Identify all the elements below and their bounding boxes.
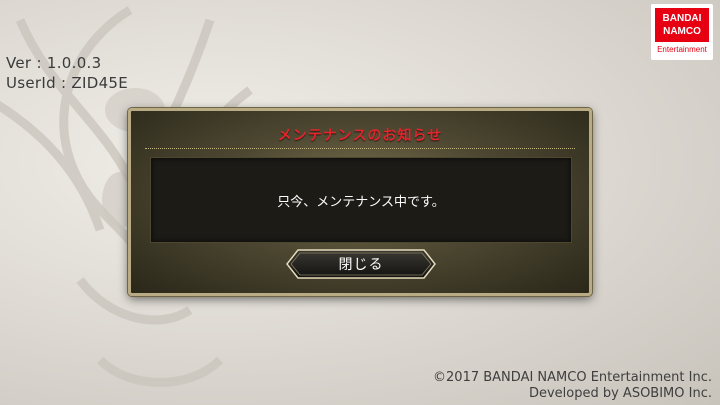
maintenance-dialog: メンテナンスのお知らせ 只今、メンテナンス中です。 閉じる	[128, 108, 592, 296]
message-box: 只今、メンテナンス中です。	[150, 157, 572, 243]
title-divider	[145, 148, 575, 149]
dialog-title: メンテナンスのお知らせ	[277, 128, 443, 144]
maintenance-message: 只今、メンテナンス中です。	[277, 194, 445, 210]
logo-subtext: Entertainment	[657, 45, 707, 54]
logo-plate: BANDAI NAMCO	[655, 8, 709, 42]
close-button-label: 閉じる	[338, 257, 384, 273]
logo-line2: NAMCO	[663, 26, 701, 37]
bandai-namco-logo: BANDAI NAMCO Entertainment	[651, 4, 713, 60]
copyright-line1: ©2017 BANDAI NAMCO Entertainment Inc.	[433, 370, 712, 385]
version-info: Ver : 1.0.0.3 UserId : ZID45E	[6, 53, 128, 93]
logo-line1: BANDAI	[662, 13, 702, 24]
close-button[interactable]: 閉じる	[286, 249, 436, 279]
copyright-notice: ©2017 BANDAI NAMCO Entertainment Inc. De…	[433, 370, 712, 402]
user-id-text: UserId : ZID45E	[6, 74, 129, 92]
copyright-line2: Developed by ASOBIMO Inc.	[528, 386, 712, 401]
version-text: Ver : 1.0.0.3	[6, 54, 102, 72]
